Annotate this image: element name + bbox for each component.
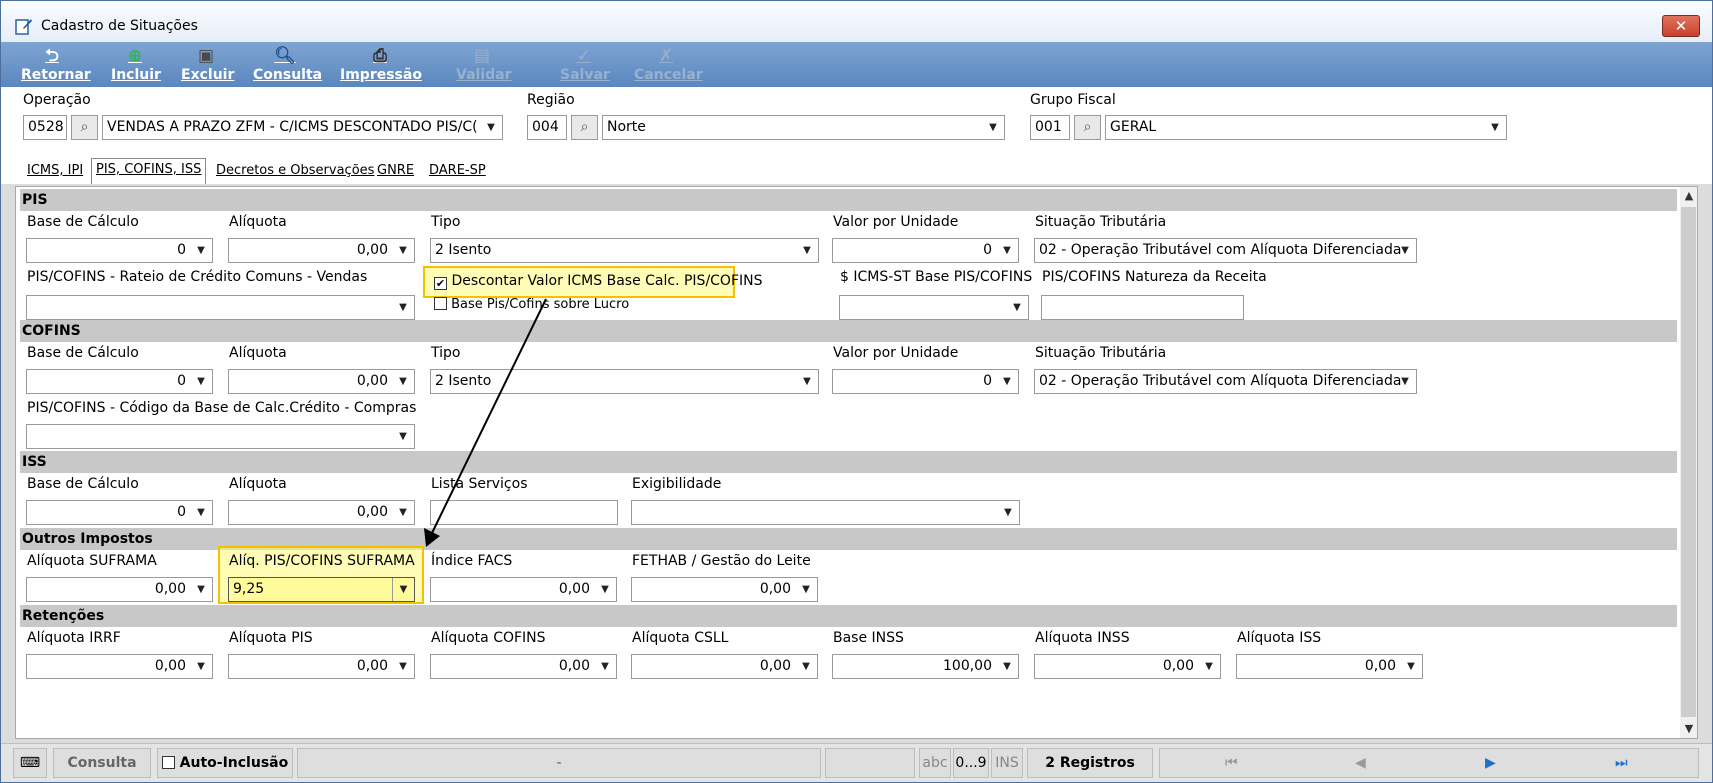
ins-indicator: INS [991, 748, 1023, 778]
status-bar: ⌨ Consulta Auto-Inclusão - abc 0...9 INS… [1, 743, 1712, 782]
check-icon: ✓ [576, 46, 592, 66]
operacao-label: Operação [23, 92, 91, 108]
regiao-label: Região [527, 92, 575, 108]
status-message: - [297, 748, 821, 778]
vertical-scrollbar[interactable]: ▲ ▼ [1680, 187, 1697, 738]
retornar-label: Retornar [21, 67, 91, 83]
last-record-icon[interactable]: ⏭ [1615, 749, 1628, 777]
title-bar: Cadastro de Situações ✕ [1, 1, 1712, 42]
validar-button[interactable]: ▤ Validar [456, 45, 512, 85]
operacao-search-button[interactable]: ⌕ [71, 115, 98, 140]
regiao-search-button[interactable]: ⌕ [571, 115, 598, 140]
app-window: Cadastro de Situações ✕ ⮌ Retornar ⊕ Inc… [0, 0, 1713, 783]
operacao-select[interactable]: VENDAS A PRAZO ZFM - C/ICMS DESCONTADO P… [102, 115, 503, 140]
record-navigator: ⏮ ◀ ▶ ⏭ [1159, 748, 1699, 778]
cancel-x-icon: ✗ [658, 46, 674, 66]
tab-decretos[interactable]: Decretos e Observações [212, 160, 378, 182]
grupo-search-button[interactable]: ⌕ [1074, 115, 1101, 140]
keyboard-icon[interactable]: ⌨ [13, 748, 47, 778]
incluir-label: Incluir [111, 67, 161, 83]
search-icon: ⌕ [1083, 119, 1092, 135]
next-record-icon[interactable]: ▶ [1485, 749, 1496, 777]
auto-inclusao-label: Auto-Inclusão [179, 755, 289, 771]
salvar-label: Salvar [560, 67, 610, 83]
previous-record-icon[interactable]: ◀ [1355, 749, 1366, 777]
window-title: Cadastro de Situações [41, 18, 198, 34]
operacao-code-input[interactable]: 0528 [23, 115, 67, 140]
impressao-label: Impressão [340, 67, 422, 83]
tab-gnre[interactable]: GNRE [373, 160, 418, 182]
consulta-mode: Consulta [53, 748, 151, 778]
excluir-button[interactable]: ▣ Excluir [181, 45, 235, 85]
scrollbar-thumb[interactable] [1681, 207, 1696, 717]
consulta-label: Consulta [253, 67, 323, 83]
chevron-down-icon[interactable]: ▼ [1484, 116, 1506, 139]
operacao-value: VENDAS A PRAZO ZFM - C/ICMS DESCONTADO P… [107, 119, 478, 135]
cancelar-button[interactable]: ✗ Cancelar [634, 45, 703, 85]
trash-icon: ▣ [197, 46, 215, 66]
regiao-select[interactable]: Norte ▼ [602, 115, 1005, 140]
grupo-select[interactable]: GERAL ▼ [1105, 115, 1507, 140]
regiao-value: Norte [607, 119, 646, 135]
status-blank [825, 748, 915, 778]
form-edit-icon [15, 19, 32, 35]
toolbar: ⮌ Retornar ⊕ Incluir ▣ Excluir 🔍︎ Consul… [1, 42, 1712, 87]
first-record-icon[interactable]: ⏮ [1225, 749, 1238, 777]
incluir-button[interactable]: ⊕ Incluir [111, 45, 161, 85]
excluir-label: Excluir [181, 67, 235, 83]
annotation-arrow [424, 298, 547, 547]
grupo-code-input[interactable]: 001 [1030, 115, 1070, 140]
scroll-up-icon[interactable]: ▲ [1680, 187, 1697, 205]
chevron-down-icon[interactable]: ▼ [480, 116, 502, 139]
add-circle-icon: ⊕ [127, 46, 143, 66]
impressao-button[interactable]: ⎙ Impressão [340, 45, 422, 85]
cancelar-label: Cancelar [634, 67, 703, 83]
printer-icon: ⎙ [373, 46, 387, 66]
checklist-icon: ▤ [473, 46, 491, 66]
grupo-value: GERAL [1110, 119, 1157, 135]
header-fields: Operação 0528 ⌕ VENDAS A PRAZO ZFM - C/I… [1, 87, 1712, 147]
return-arrow-icon: ⮌ [45, 46, 59, 66]
scroll-down-icon[interactable]: ▼ [1680, 720, 1697, 738]
record-count: 2 Registros [1027, 748, 1153, 778]
tab-strip: ICMS, IPI PIS, COFINS, ISS Decretos e Ob… [1, 147, 1712, 184]
retornar-button[interactable]: ⮌ Retornar [21, 45, 91, 85]
regiao-code-input[interactable]: 004 [527, 115, 567, 140]
validar-label: Validar [456, 67, 512, 83]
tab-dare-sp[interactable]: DARE-SP [425, 160, 490, 182]
abc-indicator: abc [919, 748, 951, 778]
tab-panel-pis-cofins-iss: PIS Base de Cálculo 0 ▼ Alíquota 0,00 ▼ Ti… [15, 186, 1698, 739]
salvar-button[interactable]: ✓ Salvar [560, 45, 610, 85]
tab-icms-ipi[interactable]: ICMS, IPI [23, 160, 87, 182]
checkbox-unchecked-icon [161, 756, 175, 769]
grupo-fiscal-label: Grupo Fiscal [1030, 92, 1116, 108]
consulta-button[interactable]: 🔍︎ Consulta [253, 45, 322, 85]
search-icon: ⌕ [580, 119, 589, 135]
search-icon: 🔍︎ [274, 46, 296, 66]
auto-inclusao-checkbox[interactable]: Auto-Inclusão [157, 748, 293, 778]
tab-pis-cofins-iss[interactable]: PIS, COFINS, ISS [91, 158, 207, 184]
chevron-down-icon[interactable]: ▼ [982, 116, 1004, 139]
search-icon: ⌕ [80, 119, 89, 135]
close-button[interactable]: ✕ [1662, 15, 1700, 37]
num-indicator: 0...9 [953, 748, 989, 778]
